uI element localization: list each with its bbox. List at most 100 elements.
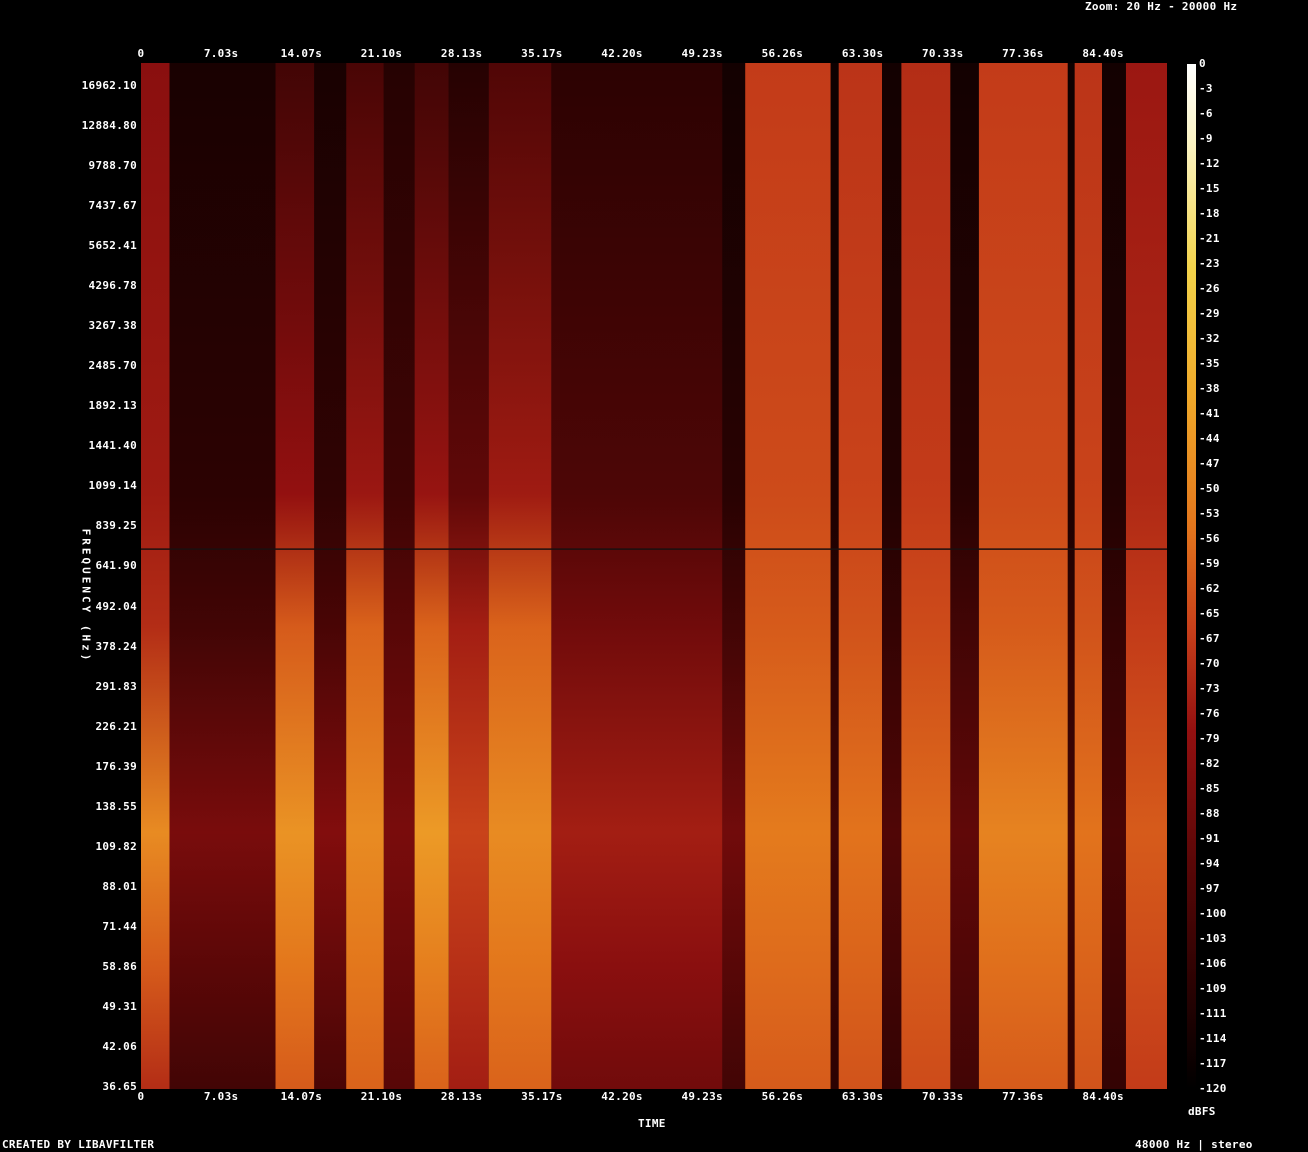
x-tick-label: 77.36s (1002, 47, 1044, 60)
spectrogram-segment (830, 63, 839, 1089)
colorbar-tick-label: -6 (1199, 107, 1213, 120)
x-tick-label: 49.23s (681, 47, 723, 60)
colorbar-tick-label: -21 (1199, 232, 1220, 245)
colorbar-tick-label: -29 (1199, 307, 1220, 320)
y-tick-label: 2485.70 (88, 359, 137, 373)
spectrogram-segment (1125, 63, 1167, 1089)
colorbar-tick-label: -35 (1199, 357, 1220, 370)
colorbar-tick-label: -50 (1199, 482, 1220, 495)
colorbar-tick-label: -76 (1199, 707, 1220, 720)
colorbar-tick-label: -3 (1199, 82, 1213, 95)
colorbar-tick-label: -117 (1199, 1057, 1227, 1070)
y-tick-label: 88.01 (102, 879, 137, 893)
y-tick-label: 49.31 (102, 999, 137, 1013)
x-tick-label: 63.30s (841, 47, 884, 60)
spectrogram-plot[interactable] (141, 63, 1167, 1089)
y-tick-label: 5652.41 (88, 239, 137, 253)
x-tick-label: 35.17s (521, 1090, 563, 1103)
y-tick-label: 138.55 (95, 799, 137, 813)
colorbar-tick-label: -26 (1199, 282, 1220, 295)
spectrogram-segment (901, 63, 951, 1089)
spectrogram-segment (882, 63, 902, 1089)
y-tick-label: 1441.40 (88, 439, 137, 453)
colorbar-tick-label: -97 (1199, 882, 1220, 895)
colorbar-tick-label: -18 (1199, 207, 1220, 220)
colorbar-tick-label: -100 (1199, 907, 1227, 920)
y-tick-label: 839.25 (95, 519, 137, 533)
colorbar-tick-label: -79 (1199, 732, 1220, 745)
colorbar-tick-label: -15 (1199, 182, 1220, 195)
spectrogram-segment (314, 63, 347, 1089)
colorbar-tick-label: -106 (1199, 957, 1227, 970)
created-by-label: CREATED BY LIBAVFILTER (2, 1138, 155, 1151)
colorbar-tick-label: -94 (1199, 857, 1220, 870)
y-tick-label: 176.39 (95, 759, 137, 773)
colorbar-tick-label: -120 (1199, 1082, 1227, 1095)
colorbar-tick-label: -82 (1199, 757, 1220, 770)
colorbar-tick-label: -114 (1199, 1032, 1227, 1045)
y-tick-label: 58.86 (102, 959, 137, 973)
colorbar-tick-label: -109 (1199, 982, 1227, 995)
spectrogram-segment (838, 63, 882, 1089)
spectrogram-segment (978, 63, 1068, 1089)
format-label: 48000 Hz | stereo (1135, 1138, 1253, 1151)
x-tick-label: 70.33s (921, 1090, 964, 1103)
colorbar-tick-label: -32 (1199, 332, 1220, 345)
spectrogram-heatmap (141, 63, 1167, 1089)
x-tick-label: 21.10s (360, 1090, 403, 1103)
colorbar-tick-label: -38 (1199, 382, 1220, 395)
x-tick-label: 42.20s (601, 1090, 643, 1103)
spectrogram-segment (414, 63, 449, 1089)
colorbar-tick-label: -91 (1199, 832, 1220, 845)
colorbar-tick-label: -44 (1199, 432, 1220, 445)
spectrogram-segment (950, 63, 979, 1089)
spectrogram-segment (722, 63, 746, 1089)
colorbar-tick-label: -73 (1199, 682, 1220, 695)
y-tick-label: 9788.70 (88, 159, 137, 173)
y-tick-label: 226.21 (95, 719, 137, 733)
x-tick-label: 14.07s (280, 1090, 323, 1103)
spectrogram-segment (141, 63, 170, 1089)
colorbar-tick-label: -9 (1199, 132, 1213, 145)
y-tick-label: 4296.78 (88, 279, 137, 293)
x-tick-label: 0 (137, 47, 145, 60)
x-tick-label: 70.33s (921, 47, 964, 60)
x-tick-label: 42.20s (601, 47, 643, 60)
colorbar-tick-label: 0 (1199, 57, 1206, 70)
colorbar-tick-label: -111 (1199, 1007, 1227, 1020)
x-tick-label: 56.26s (761, 1090, 804, 1103)
y-tick-label: 291.83 (95, 679, 137, 693)
x-tick-label: 77.36s (1002, 1090, 1044, 1103)
x-tick-label: 56.26s (761, 47, 804, 60)
colorbar-tick-label: -65 (1199, 607, 1220, 620)
y-tick-label: 492.04 (95, 599, 137, 613)
x-tick-label: 35.17s (521, 47, 563, 60)
colorbar-tick-label: -47 (1199, 457, 1220, 470)
colorbar (1187, 64, 1196, 1089)
x-tick-label: 84.40s (1082, 47, 1124, 60)
y-tick-label: 16962.10 (81, 79, 137, 92)
zoom-label: Zoom: 20 Hz - 20000 Hz (1085, 0, 1238, 13)
y-tick-label: 1892.13 (88, 399, 137, 413)
colorbar-tick-label: -56 (1199, 532, 1220, 545)
colorbar-tick-label: -23 (1199, 257, 1220, 270)
spectrogram-segment (1074, 63, 1103, 1089)
colorbar-tick-label: -62 (1199, 582, 1220, 595)
spectrogram-segment (169, 63, 276, 1089)
x-axis-label: TIME (638, 1117, 666, 1130)
y-tick-label: 42.06 (102, 1039, 137, 1053)
x-tick-label: 0 (137, 1090, 145, 1103)
x-tick-label: 49.23s (681, 1090, 723, 1103)
spectrogram-segment (383, 63, 415, 1089)
x-tick-label: 7.03s (203, 1090, 239, 1103)
spectrogram-segment (1102, 63, 1126, 1089)
spectrogram-segment (488, 63, 552, 1089)
y-axis-label: FREQUENCY (Hz) (79, 528, 93, 664)
y-tick-label: 12884.80 (81, 119, 137, 133)
y-tick-label: 36.65 (102, 1080, 137, 1093)
y-tick-label: 109.82 (95, 839, 137, 853)
spectrogram-segment (346, 63, 384, 1089)
colorbar-tick-label: -85 (1199, 782, 1220, 795)
y-tick-label: 7437.67 (88, 199, 137, 213)
colorbar-unit-label: dBFS (1188, 1105, 1216, 1118)
